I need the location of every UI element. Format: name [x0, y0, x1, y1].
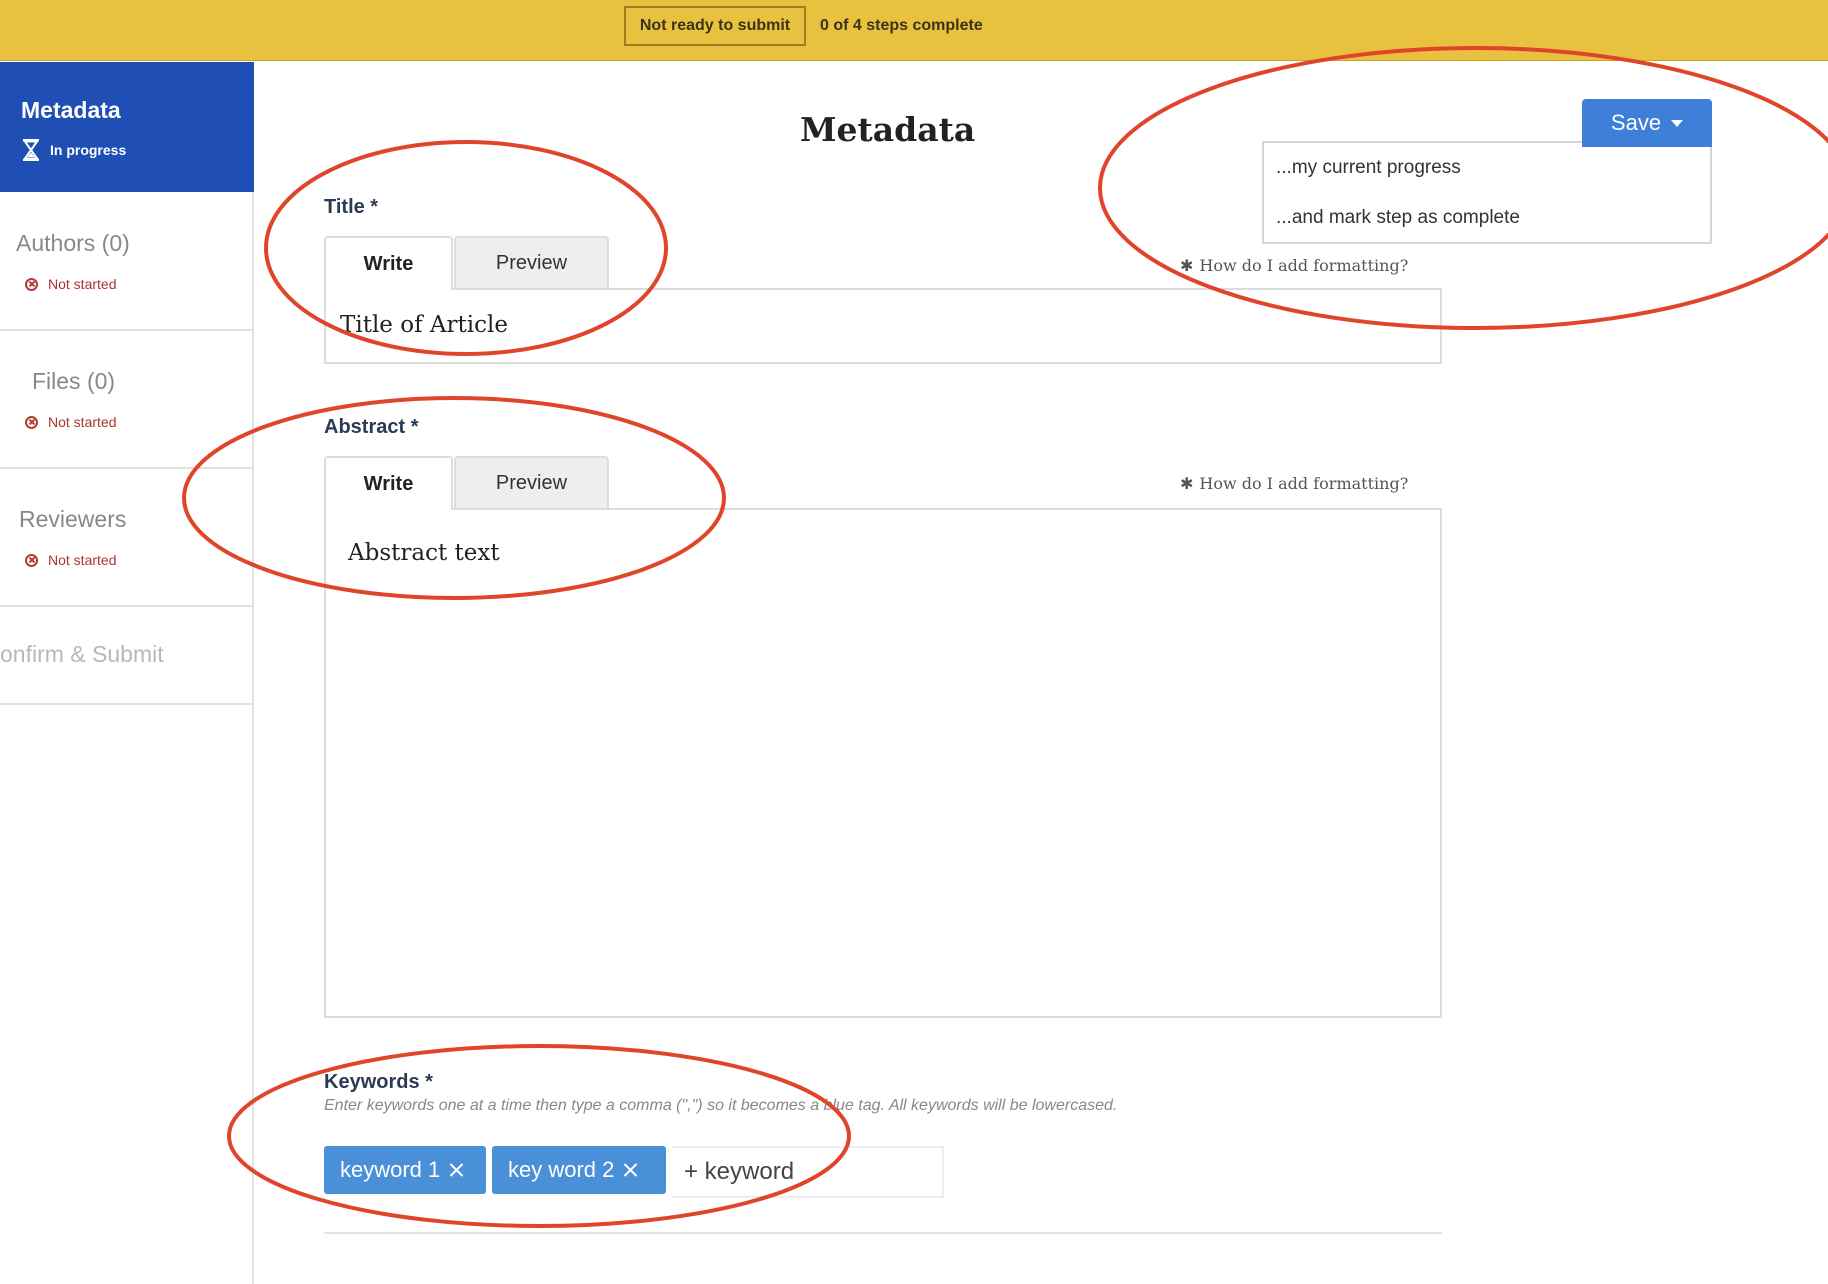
- keyword-tag-label: key word 2: [508, 1157, 615, 1182]
- abstract-textarea[interactable]: Abstract text: [324, 508, 1442, 1018]
- sidebar-status-text: Not started: [48, 276, 117, 292]
- abstract-write-tab[interactable]: Write: [324, 456, 453, 510]
- sidebar-item-status: Not started: [25, 552, 116, 568]
- help-link-text: How do I add formatting?: [1199, 474, 1409, 493]
- sidebar-item-label: Metadata: [21, 97, 121, 123]
- keywords-label: Keywords *: [324, 1071, 433, 1093]
- save-button[interactable]: Save: [1582, 99, 1712, 147]
- page-title: Metadata: [800, 110, 976, 149]
- sidebar-item-label: Reviewers: [19, 506, 127, 532]
- help-link-text: How do I add formatting?: [1199, 256, 1409, 275]
- sidebar-status-text: Not started: [48, 414, 117, 430]
- x-circle-icon: [25, 277, 38, 291]
- save-and-complete-option[interactable]: ...and mark step as complete: [1276, 207, 1520, 229]
- save-dropdown-menu: ...my current progress ...and mark step …: [1262, 141, 1712, 244]
- abstract-label: Abstract *: [324, 416, 419, 438]
- x-circle-icon: [25, 415, 38, 429]
- keyword-input[interactable]: + keyword: [672, 1146, 944, 1198]
- sidebar-item-files[interactable]: Files (0) Not started: [0, 331, 254, 469]
- sidebar-status-text: Not started: [48, 552, 117, 568]
- sidebar-item-status: In progress: [22, 138, 126, 162]
- sidebar-item-authors[interactable]: Authors (0) Not started: [0, 192, 254, 331]
- save-button-label: Save: [1610, 110, 1662, 135]
- steps-progress-text: 0 of 4 steps complete: [820, 17, 983, 34]
- title-input-value: Title of Article: [340, 312, 508, 338]
- title-formatting-help-link[interactable]: ✱ How do I add formatting?: [1180, 256, 1408, 275]
- abstract-preview-tab[interactable]: Preview: [454, 456, 609, 508]
- chevron-down-icon: [1671, 119, 1684, 127]
- title-input[interactable]: Title of Article: [324, 288, 1442, 364]
- sidebar-status-text: In progress: [50, 142, 127, 158]
- section-divider: [324, 1232, 1442, 1234]
- x-circle-icon: [25, 553, 38, 567]
- keyword-tag[interactable]: key word 2: [492, 1146, 666, 1194]
- sidebar-item-confirm-submit[interactable]: onfirm & Submit: [0, 607, 254, 705]
- title-write-tab[interactable]: Write: [324, 236, 453, 290]
- asterisk-icon: ✱: [1180, 474, 1194, 493]
- submit-status-badge: Not ready to submit: [624, 6, 806, 46]
- sidebar-item-label: Authors (0): [16, 230, 130, 256]
- steps-sidebar: Metadata In progress Authors (0) Not sta…: [0, 62, 254, 1284]
- sidebar-item-reviewers[interactable]: Reviewers Not started: [0, 469, 254, 607]
- title-preview-tab[interactable]: Preview: [454, 236, 609, 288]
- remove-tag-icon[interactable]: [622, 1162, 638, 1178]
- sidebar-item-status: Not started: [25, 414, 116, 430]
- sidebar-item-metadata[interactable]: Metadata In progress: [0, 62, 254, 192]
- title-label: Title *: [324, 196, 379, 218]
- keyword-tag-label: keyword 1: [340, 1157, 441, 1182]
- hourglass-icon: [23, 139, 39, 161]
- sidebar-item-label: onfirm & Submit: [0, 641, 164, 667]
- keywords-hint: Enter keywords one at a time then type a…: [324, 1097, 1118, 1114]
- sidebar-item-status: Not started: [25, 276, 116, 292]
- asterisk-icon: ✱: [1180, 256, 1194, 275]
- annotation-circle: [227, 1044, 851, 1228]
- abstract-textarea-value: Abstract text: [348, 540, 500, 566]
- keyword-tag[interactable]: keyword 1: [324, 1146, 486, 1194]
- remove-tag-icon[interactable]: [448, 1162, 464, 1178]
- abstract-formatting-help-link[interactable]: ✱ How do I add formatting?: [1180, 474, 1408, 493]
- submission-status-bar: Not ready to submit 0 of 4 steps complet…: [0, 0, 1828, 61]
- sidebar-item-label: Files (0): [32, 368, 116, 394]
- save-current-progress-option[interactable]: ...my current progress: [1276, 157, 1461, 179]
